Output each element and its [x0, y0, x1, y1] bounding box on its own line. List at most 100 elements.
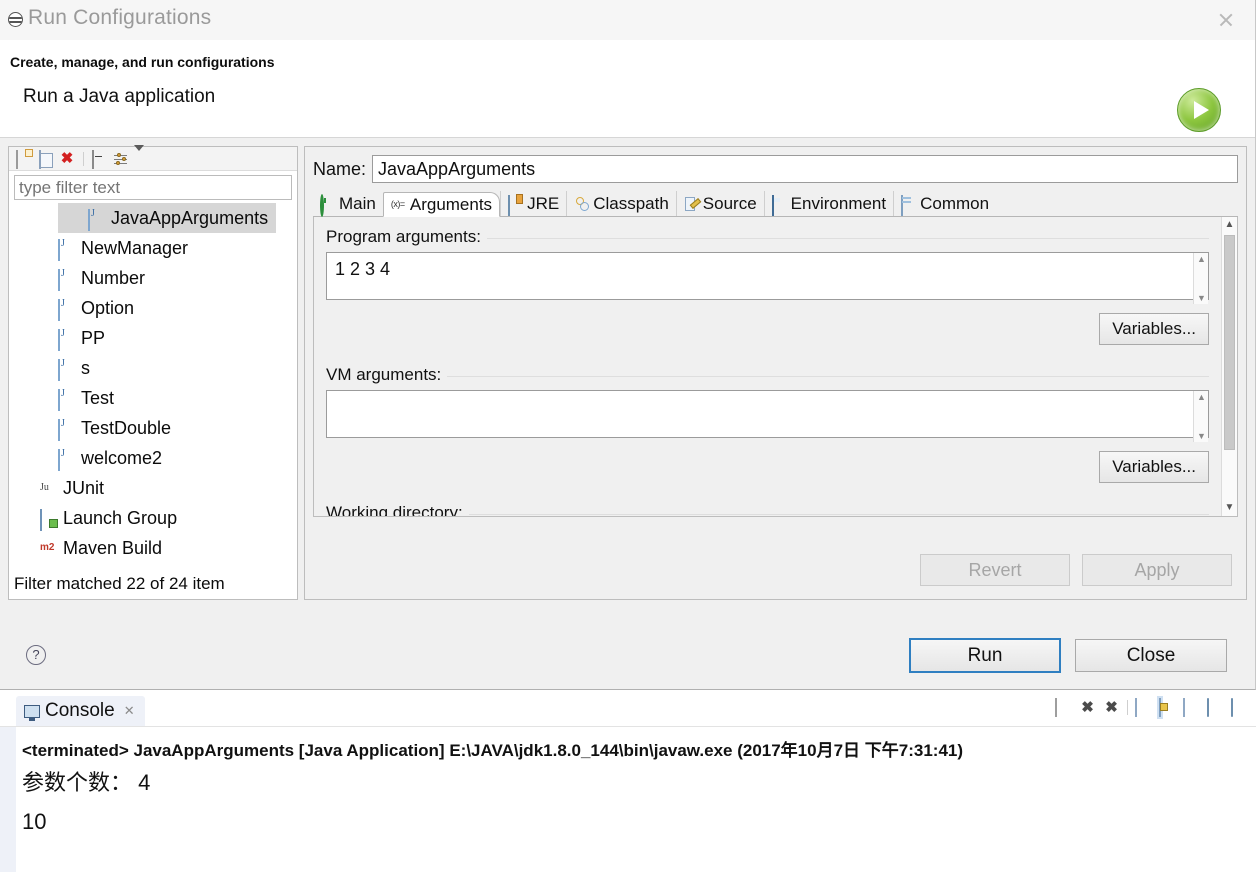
tab-label: Common [920, 193, 990, 213]
tree-item-junit[interactable]: Ju JUnit [10, 473, 297, 503]
tree-item-maven-build[interactable]: m2 Maven Build [10, 533, 297, 563]
tree-item-testdouble[interactable]: TestDouble [10, 413, 297, 443]
dialog-title: Run Configurations [28, 6, 212, 29]
tree-item-label: Option [81, 297, 135, 318]
program-arguments-input[interactable]: 1 2 3 4 [326, 252, 1209, 300]
help-icon[interactable]: ? [26, 645, 46, 665]
scroll-lock-icon[interactable] [1159, 698, 1176, 717]
java-application-icon [58, 299, 74, 321]
console-toolbar: ✖ ✖ [1055, 698, 1248, 717]
tab-label: Environment [790, 193, 887, 213]
java-application-icon [88, 209, 104, 231]
tab-console[interactable]: Console ✕ [16, 696, 145, 726]
view-menu-caret-icon[interactable] [134, 144, 150, 168]
close-button[interactable]: Close [1075, 639, 1227, 672]
java-application-icon [58, 269, 74, 291]
working-directory-label: Working directory: [326, 503, 469, 516]
java-application-icon [58, 239, 74, 261]
launch-group-icon [40, 509, 56, 531]
configurations-tree[interactable]: JavaAppArguments NewManager Number Optio… [10, 203, 297, 570]
toolbar-divider [83, 151, 84, 166]
clear-console-icon[interactable] [1135, 698, 1152, 717]
scroll-up-icon[interactable]: ▲ [1222, 217, 1237, 233]
tab-common[interactable]: Common [893, 191, 996, 216]
tab-arguments[interactable]: (x)= Arguments [382, 192, 501, 217]
tree-item-launch-group[interactable]: Launch Group [10, 503, 297, 533]
tree-item-label: NewManager [81, 237, 189, 258]
vm-arguments-variables-button[interactable]: Variables... [1099, 451, 1209, 483]
toolbar-divider [1127, 700, 1128, 715]
scroll-down-icon[interactable]: ▼ [1222, 500, 1237, 516]
scroll-down-icon[interactable]: ▼ [1197, 431, 1206, 441]
tab-label: Source [702, 193, 757, 213]
close-icon[interactable]: ✕ [124, 703, 135, 719]
name-input[interactable] [372, 155, 1238, 183]
tab-main[interactable]: Main [313, 191, 383, 217]
vm-arguments-input[interactable] [326, 390, 1209, 438]
tree-item-test[interactable]: Test [10, 383, 297, 413]
java-application-icon [58, 449, 74, 471]
filter-input[interactable] [14, 175, 292, 200]
duplicate-configuration-icon[interactable] [37, 149, 53, 169]
tree-item-label: Maven Build [63, 537, 163, 558]
vm-arguments-scrollbar[interactable]: ▲ ▼ [1193, 391, 1208, 442]
program-arguments-variables-button[interactable]: Variables... [1099, 313, 1209, 345]
word-wrap-icon[interactable] [1183, 698, 1200, 717]
tab-jre[interactable]: JRE [500, 191, 566, 216]
revert-button[interactable]: Revert [920, 554, 1070, 586]
source-tab-icon [684, 196, 699, 211]
tree-item-pp[interactable]: PP [10, 323, 297, 353]
vm-arguments-group: VM arguments: ▲ ▼ Variables... [326, 365, 1209, 483]
tree-item-label: Launch Group [63, 507, 178, 528]
tree-item-number[interactable]: Number [10, 263, 297, 293]
scroll-up-icon[interactable]: ▲ [1197, 392, 1206, 402]
close-icon[interactable] [1217, 11, 1235, 29]
show-console-icon[interactable] [1207, 698, 1224, 717]
tree-item-javaapparguments[interactable]: JavaAppArguments [58, 203, 277, 233]
new-configuration-icon[interactable] [15, 149, 31, 169]
scrollbar-thumb[interactable] [1224, 235, 1235, 450]
tree-item-label: JavaAppArguments [111, 207, 269, 228]
apply-button[interactable]: Apply [1082, 554, 1232, 586]
terminate-icon[interactable] [1055, 698, 1072, 717]
jre-tab-icon [508, 195, 523, 216]
junit-icon: Ju [40, 482, 49, 493]
tree-item-newmanager[interactable]: NewManager [10, 233, 297, 263]
scroll-up-icon[interactable]: ▲ [1197, 254, 1206, 264]
eclipse-logo-icon [8, 12, 23, 27]
tab-content-scrollbar[interactable]: ▲ ▼ [1221, 217, 1237, 516]
java-application-icon [58, 359, 74, 381]
dialog-header: Create, manage, and run configurations R… [0, 40, 1255, 138]
console-terminated-line: <terminated> JavaAppArguments [Java Appl… [22, 741, 964, 760]
program-arguments-scrollbar[interactable]: ▲ ▼ [1193, 253, 1208, 304]
configuration-panel: Name: Main (x)= Arguments JRE [304, 146, 1247, 600]
main-tab-icon [320, 194, 335, 217]
scroll-down-icon[interactable]: ▼ [1197, 293, 1206, 303]
tab-classpath[interactable]: Classpath [566, 191, 676, 216]
run-play-icon [1177, 88, 1221, 132]
console-tabbar: Console ✕ ✖ ✖ [0, 693, 1256, 727]
filter-status-text: Filter matched 22 of 24 item [10, 570, 297, 598]
tree-item-welcome2[interactable]: welcome2 [10, 443, 297, 473]
collapse-all-icon[interactable] [92, 149, 108, 169]
pin-console-icon[interactable] [1231, 698, 1248, 717]
filter-icon[interactable] [114, 152, 128, 166]
configuration-footer: Revert Apply [305, 541, 1246, 599]
tab-environment[interactable]: Environment [763, 191, 893, 216]
tree-item-label: JUnit [63, 477, 105, 498]
delete-configuration-icon[interactable]: ✖ [59, 150, 75, 167]
arguments-tab-content: Program arguments: 1 2 3 4 ▲ ▼ Variables… [313, 217, 1238, 517]
run-button[interactable]: Run [909, 638, 1061, 673]
console-gutter [0, 727, 16, 872]
tab-source[interactable]: Source [675, 191, 764, 216]
tab-label: Classpath [593, 193, 669, 213]
console-output[interactable]: <terminated> JavaAppArguments [Java Appl… [0, 727, 1256, 872]
remove-launch-icon[interactable]: ✖ [1079, 699, 1096, 716]
tree-item-option[interactable]: Option [10, 293, 297, 323]
remove-all-terminated-icon[interactable]: ✖ [1103, 699, 1120, 716]
program-arguments-group: Program arguments: 1 2 3 4 ▲ ▼ Variables… [326, 227, 1209, 345]
tree-item-s[interactable]: s [10, 353, 297, 383]
arguments-tab-icon: (x)= [390, 199, 405, 209]
program-arguments-label: Program arguments: [326, 227, 487, 247]
dialog-footer: ? Run Close [0, 607, 1255, 689]
